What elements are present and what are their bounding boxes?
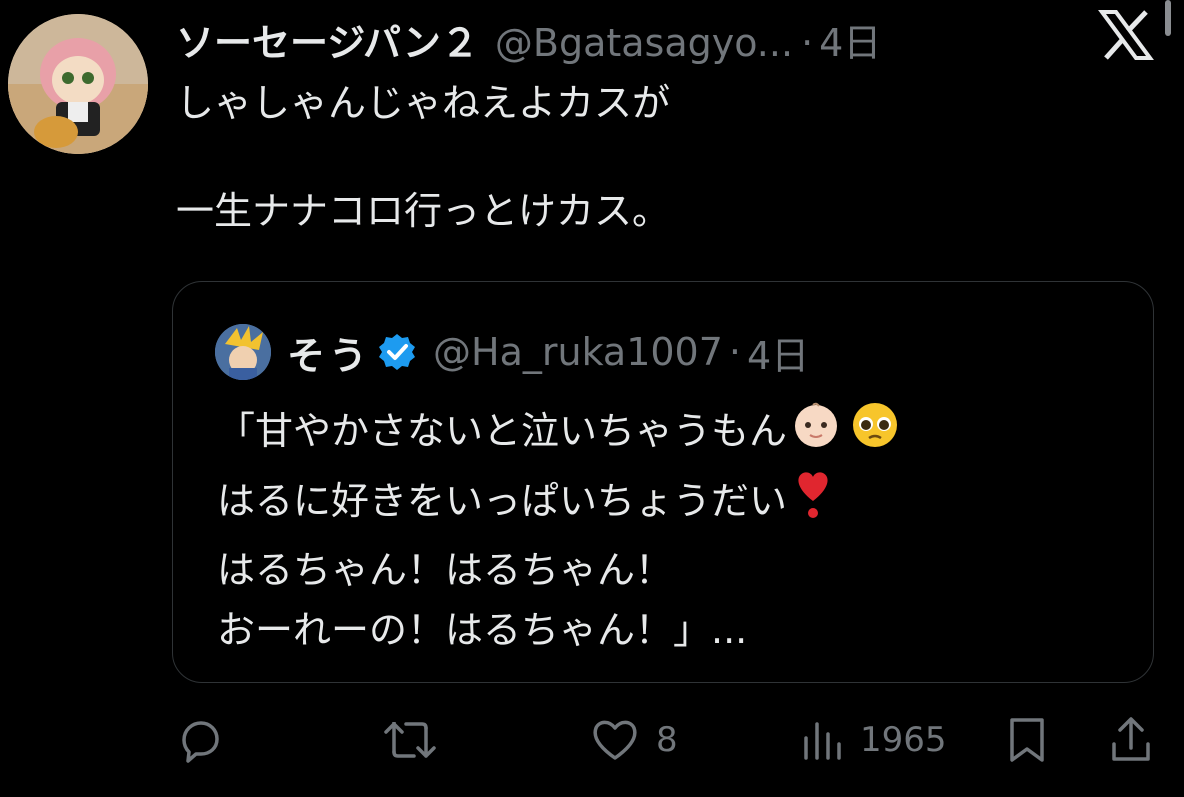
quoted-line-1-text: 「甘やかさないと泣いちゃうもん [217,409,788,453]
share-icon [1112,717,1150,761]
heart-icon [593,720,637,760]
quoted-tweet-header: そう @Ha_ruka1007 · 4日 [215,324,809,380]
timestamp[interactable]: 4日 [819,12,881,67]
quoted-line-1: 「甘やかさないと泣いちゃうもん [217,400,1117,467]
like-count: 8 [656,720,678,760]
view-count: 1965 [860,720,947,760]
user-avatar[interactable] [8,14,148,154]
views-icon [804,722,841,760]
quoted-line-2: はるに好きをいっぱいちょうだい [217,467,1117,540]
action-bar: 8 1965 [172,710,1162,770]
quoted-timestamp[interactable]: 4日 [747,325,809,380]
retweet-button[interactable] [382,710,438,770]
verified-badge-icon [379,334,416,370]
heart-exclamation-emoji-icon [791,467,835,540]
quoted-user-handle[interactable]: @Ha_ruka1007 [433,330,723,374]
tweet-header: ソーセージパン２ @Bgatasagyo... · 4日 [176,12,881,67]
baby-emoji-icon [791,400,841,467]
tweet-text-line-2: 一生ナナコロ行っとけカス。 [176,189,671,233]
bookmark-button[interactable] [1004,710,1050,770]
user-handle[interactable]: @Bgatasagyo... [495,21,793,65]
display-name[interactable]: ソーセージパン２ [176,12,479,67]
quoted-user-avatar[interactable] [215,324,271,380]
tweet-text-line-1: しゃしゃんじゃねえよカスが [176,81,671,125]
separator-dot: · [801,21,814,65]
quoted-line-3: はるちゃん！はるちゃん！ [217,548,674,592]
quoted-tweet-text: 「甘やかさないと泣いちゃうもん はるに好きをいっぱいちょうだい はるちゃん！はる… [217,400,1117,660]
quoted-line-2-text: はるに好きをいっぱいちょうだい [217,479,788,523]
quoted-separator-dot: · [728,330,742,374]
retweet-icon [384,722,436,758]
quoted-display-name[interactable]: そう [287,325,371,380]
share-button[interactable] [1108,710,1154,770]
tweet-text: しゃしゃんじゃねえよカスが 一生ナナコロ行っとけカス。 [176,76,1136,238]
quoted-tweet[interactable]: そう @Ha_ruka1007 · 4日 「甘やかさないと泣いちゃうもん はるに… [172,281,1154,683]
pleading-face-emoji-icon [845,400,901,467]
reply-button[interactable] [174,710,226,770]
scrollbar[interactable] [1165,0,1171,36]
quoted-line-4: おーれーの！はるちゃん！」... [217,608,748,652]
views-button[interactable]: 1965 [800,710,947,770]
like-button[interactable]: 8 [588,710,678,770]
reply-icon [182,721,219,763]
bookmark-icon [1010,718,1044,762]
x-logo-icon[interactable] [1098,10,1154,60]
